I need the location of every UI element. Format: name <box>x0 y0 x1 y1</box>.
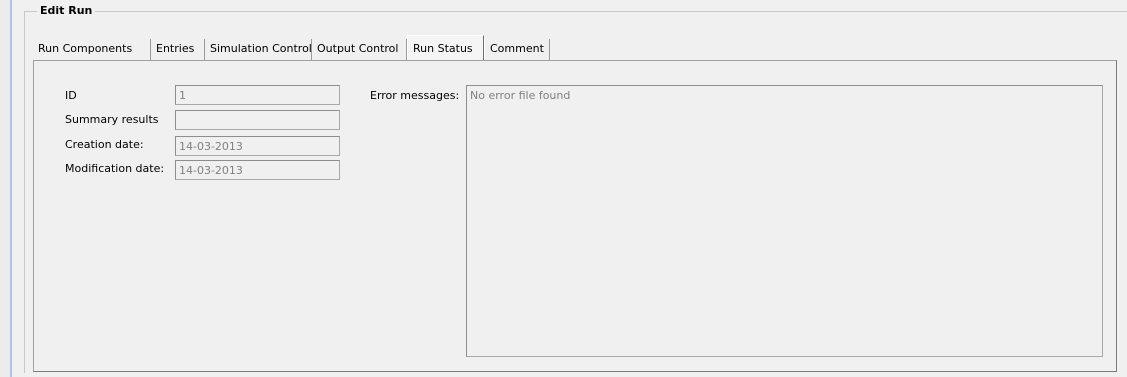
error-messages-label: Error messages: <box>370 89 460 102</box>
creation-date-label: Creation date: <box>65 138 144 151</box>
creation-date-field[interactable]: 14-03-2013 <box>175 136 340 156</box>
modification-date-field[interactable]: 14-03-2013 <box>175 160 340 180</box>
modification-date-label: Modification date: <box>65 162 165 175</box>
left-side-strip <box>0 0 12 377</box>
tab-entries[interactable]: Entries <box>151 39 205 60</box>
tab-comment[interactable]: Comment <box>484 39 550 60</box>
error-messages-textarea[interactable]: No error file found <box>466 85 1103 357</box>
run-status-panel: ID 1 Summary results Creation date: 14-0… <box>33 60 1117 372</box>
id-label: ID <box>65 89 77 102</box>
groupbox-title: Edit Run <box>37 4 96 17</box>
tab-run-status[interactable]: Run Status <box>407 35 484 60</box>
tab-simulation-control[interactable]: Simulation Control <box>205 39 312 60</box>
summary-results-field[interactable] <box>175 110 340 130</box>
tab-output-control[interactable]: Output Control <box>312 39 407 60</box>
summary-results-label: Summary results <box>65 113 159 126</box>
tab-run-components[interactable]: Run Components <box>33 39 151 60</box>
id-field[interactable]: 1 <box>175 85 340 105</box>
